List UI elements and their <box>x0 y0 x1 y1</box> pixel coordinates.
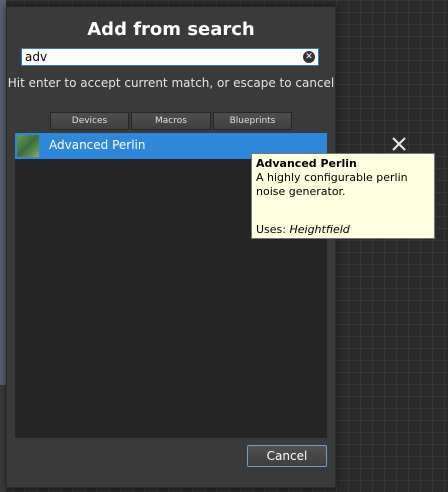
tooltip: Advanced Perlin A highly configurable pe… <box>251 153 435 239</box>
search-hint: Hit enter to accept current match, or es… <box>7 76 335 90</box>
clear-icon[interactable]: ✕ <box>303 51 315 63</box>
add-from-search-dialog: Add from search ✕ Hit enter to accept cu… <box>6 6 336 488</box>
tab-macros[interactable]: Macros <box>131 112 211 130</box>
search-input[interactable] <box>22 49 295 65</box>
search-field[interactable]: ✕ <box>21 48 319 66</box>
list-item-label: Advanced Perlin <box>49 138 146 152</box>
tooltip-uses-label: Uses: <box>256 223 290 236</box>
close-icon[interactable] <box>389 134 409 154</box>
heightfield-thumbnail-icon <box>17 135 39 157</box>
tooltip-description: A highly configurable perlin noise gener… <box>256 171 408 198</box>
tooltip-uses: Uses: Heightfield <box>256 223 350 236</box>
dialog-title: Add from search <box>87 19 255 40</box>
cancel-button[interactable]: Cancel <box>247 445 327 467</box>
tab-devices[interactable]: Devices <box>50 112 129 130</box>
tooltip-title: Advanced Perlin <box>256 157 357 170</box>
tooltip-uses-value: Heightfield <box>289 223 350 236</box>
tab-blueprints[interactable]: Blueprints <box>213 112 292 130</box>
